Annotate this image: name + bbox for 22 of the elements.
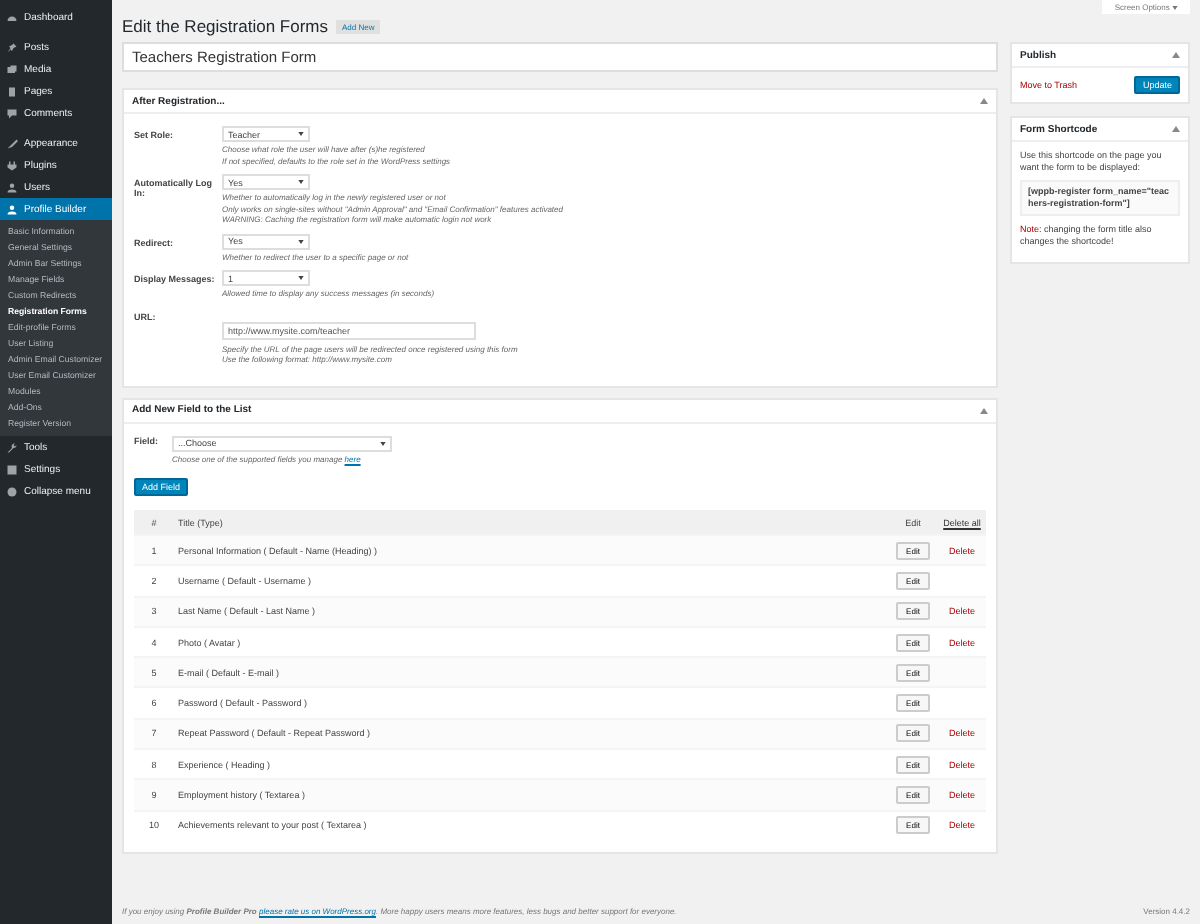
- page-icon: [6, 85, 18, 97]
- caret-icon: [298, 239, 304, 243]
- media-icon: [6, 63, 18, 75]
- gauge-icon: [6, 11, 18, 23]
- comment-icon: [6, 107, 18, 119]
- page-title: Edit the Registration Forms: [122, 16, 328, 36]
- pin-icon: [6, 41, 18, 53]
- collapse-icon[interactable]: [1172, 52, 1180, 58]
- wrench-icon: [6, 441, 18, 453]
- caret-icon: [298, 180, 304, 184]
- user-icon: [6, 181, 18, 193]
- caret-icon: [298, 132, 304, 136]
- collapse-icon[interactable]: [1172, 126, 1180, 132]
- caret-icon: [298, 276, 304, 280]
- collapse-icon[interactable]: [980, 407, 988, 413]
- brush-icon: [6, 137, 18, 149]
- plug-icon: [6, 159, 18, 171]
- user-icon: [6, 203, 18, 215]
- caret-icon: [380, 441, 386, 445]
- square-icon: [6, 463, 18, 475]
- caret-icon: [1172, 6, 1178, 10]
- collapse-icon[interactable]: [980, 98, 988, 104]
